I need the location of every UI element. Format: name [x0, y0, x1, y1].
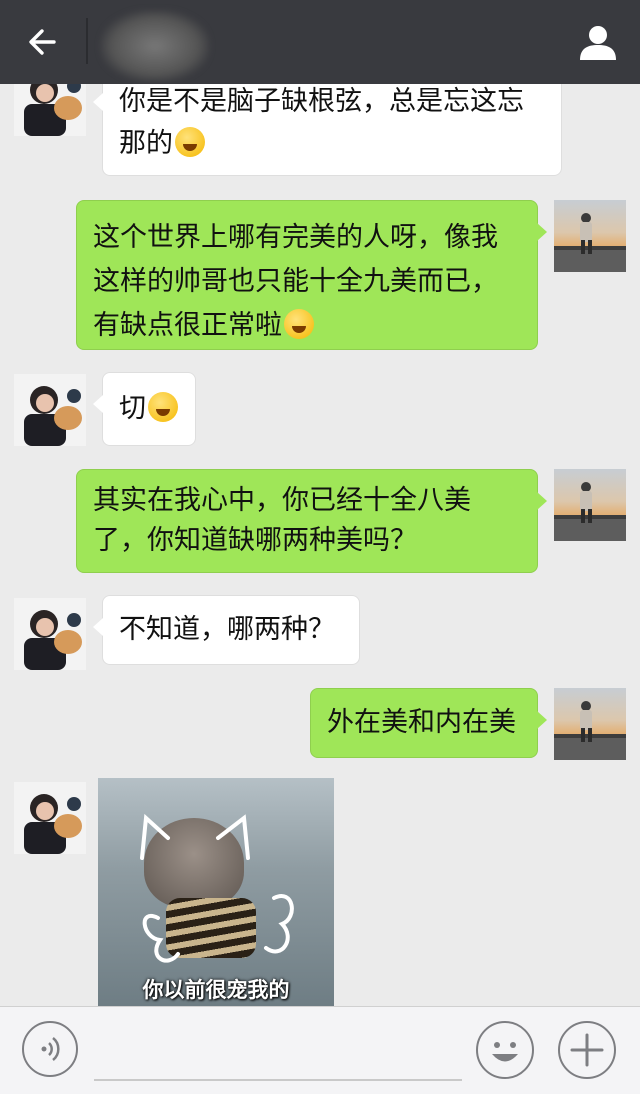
message-text: 其实在我心中，你已经十全八美 — [93, 485, 471, 516]
girl-cat-avatar — [14, 782, 86, 854]
message-text: 那的 — [119, 128, 173, 159]
message-bubble[interactable]: 这个世界上哪有完美的人呀，像我 这样的帅哥也只能十全九美而已， 有缺点很正常啦 — [76, 200, 547, 350]
girl-cat-avatar — [14, 598, 86, 670]
doodle-outline — [140, 813, 294, 963]
message-text: 不知道，哪两种？ — [119, 614, 335, 645]
sticker-image[interactable]: 你以前很宠我的 — [98, 778, 334, 1006]
message-text: 外在美和内在美 — [327, 707, 516, 738]
avatar-contact[interactable] — [14, 598, 86, 670]
plus-button[interactable] — [558, 1021, 616, 1079]
message-bubble[interactable]: 你是不是脑子缺根弦，总是忘这忘 那的 — [93, 84, 562, 176]
sunset-avatar — [554, 482, 626, 541]
voice-icon — [41, 1037, 60, 1061]
emoji-button[interactable] — [476, 1021, 534, 1079]
girl-cat-avatar — [14, 84, 86, 136]
plus-icon — [570, 1033, 604, 1067]
tongue-wink-emoji-icon — [284, 309, 314, 339]
avatar-contact[interactable] — [14, 782, 86, 854]
sunset-avatar — [554, 701, 626, 760]
message-bubble[interactable]: 外在美和内在美 — [310, 688, 547, 758]
avatar-self[interactable] — [554, 200, 626, 272]
message-text: 有缺点很正常啦 — [93, 310, 282, 341]
chat-area[interactable]: 你是不是脑子缺根弦，总是忘这忘 那的 这个世界上哪有完美的人呀，像我 这样的帅哥… — [0, 84, 640, 1006]
girl-cat-avatar — [14, 374, 86, 446]
message-text: 你是不是脑子缺根弦，总是忘这忘 — [119, 86, 524, 117]
message-text: 这个世界上哪有完美的人呀，像我 — [93, 222, 498, 253]
crying-laughing-emoji-icon — [175, 127, 205, 157]
message-bubble[interactable]: 切 — [93, 372, 196, 446]
sunset-avatar — [554, 213, 626, 272]
avatar-self[interactable] — [554, 688, 626, 760]
blurred-contact-name — [100, 10, 210, 82]
sticker-caption: 你以前很宠我的 — [142, 978, 290, 1002]
person-icon[interactable] — [578, 22, 618, 62]
input-bar — [0, 1006, 640, 1094]
message-bubble[interactable]: 不知道，哪两种？ — [93, 595, 360, 665]
message-bubble[interactable]: 其实在我心中，你已经十全八美 了，你知道缺哪两种美吗？ — [76, 469, 547, 573]
surprised-emoji-icon — [148, 392, 178, 422]
header-divider — [86, 18, 88, 64]
voice-button[interactable] — [22, 1021, 78, 1077]
arrow-left-icon[interactable] — [24, 24, 60, 60]
message-text: 这样的帅哥也只能十全九美而已， — [93, 266, 498, 297]
message-input[interactable] — [94, 1079, 462, 1081]
top-bar — [0, 0, 640, 84]
message-text: 了，你知道缺哪两种美吗？ — [93, 525, 417, 556]
avatar-contact[interactable] — [14, 84, 86, 136]
smiley-icon — [492, 1042, 518, 1062]
message-text: 切 — [119, 393, 146, 424]
avatar-self[interactable] — [554, 469, 626, 541]
avatar-contact[interactable] — [14, 374, 86, 446]
